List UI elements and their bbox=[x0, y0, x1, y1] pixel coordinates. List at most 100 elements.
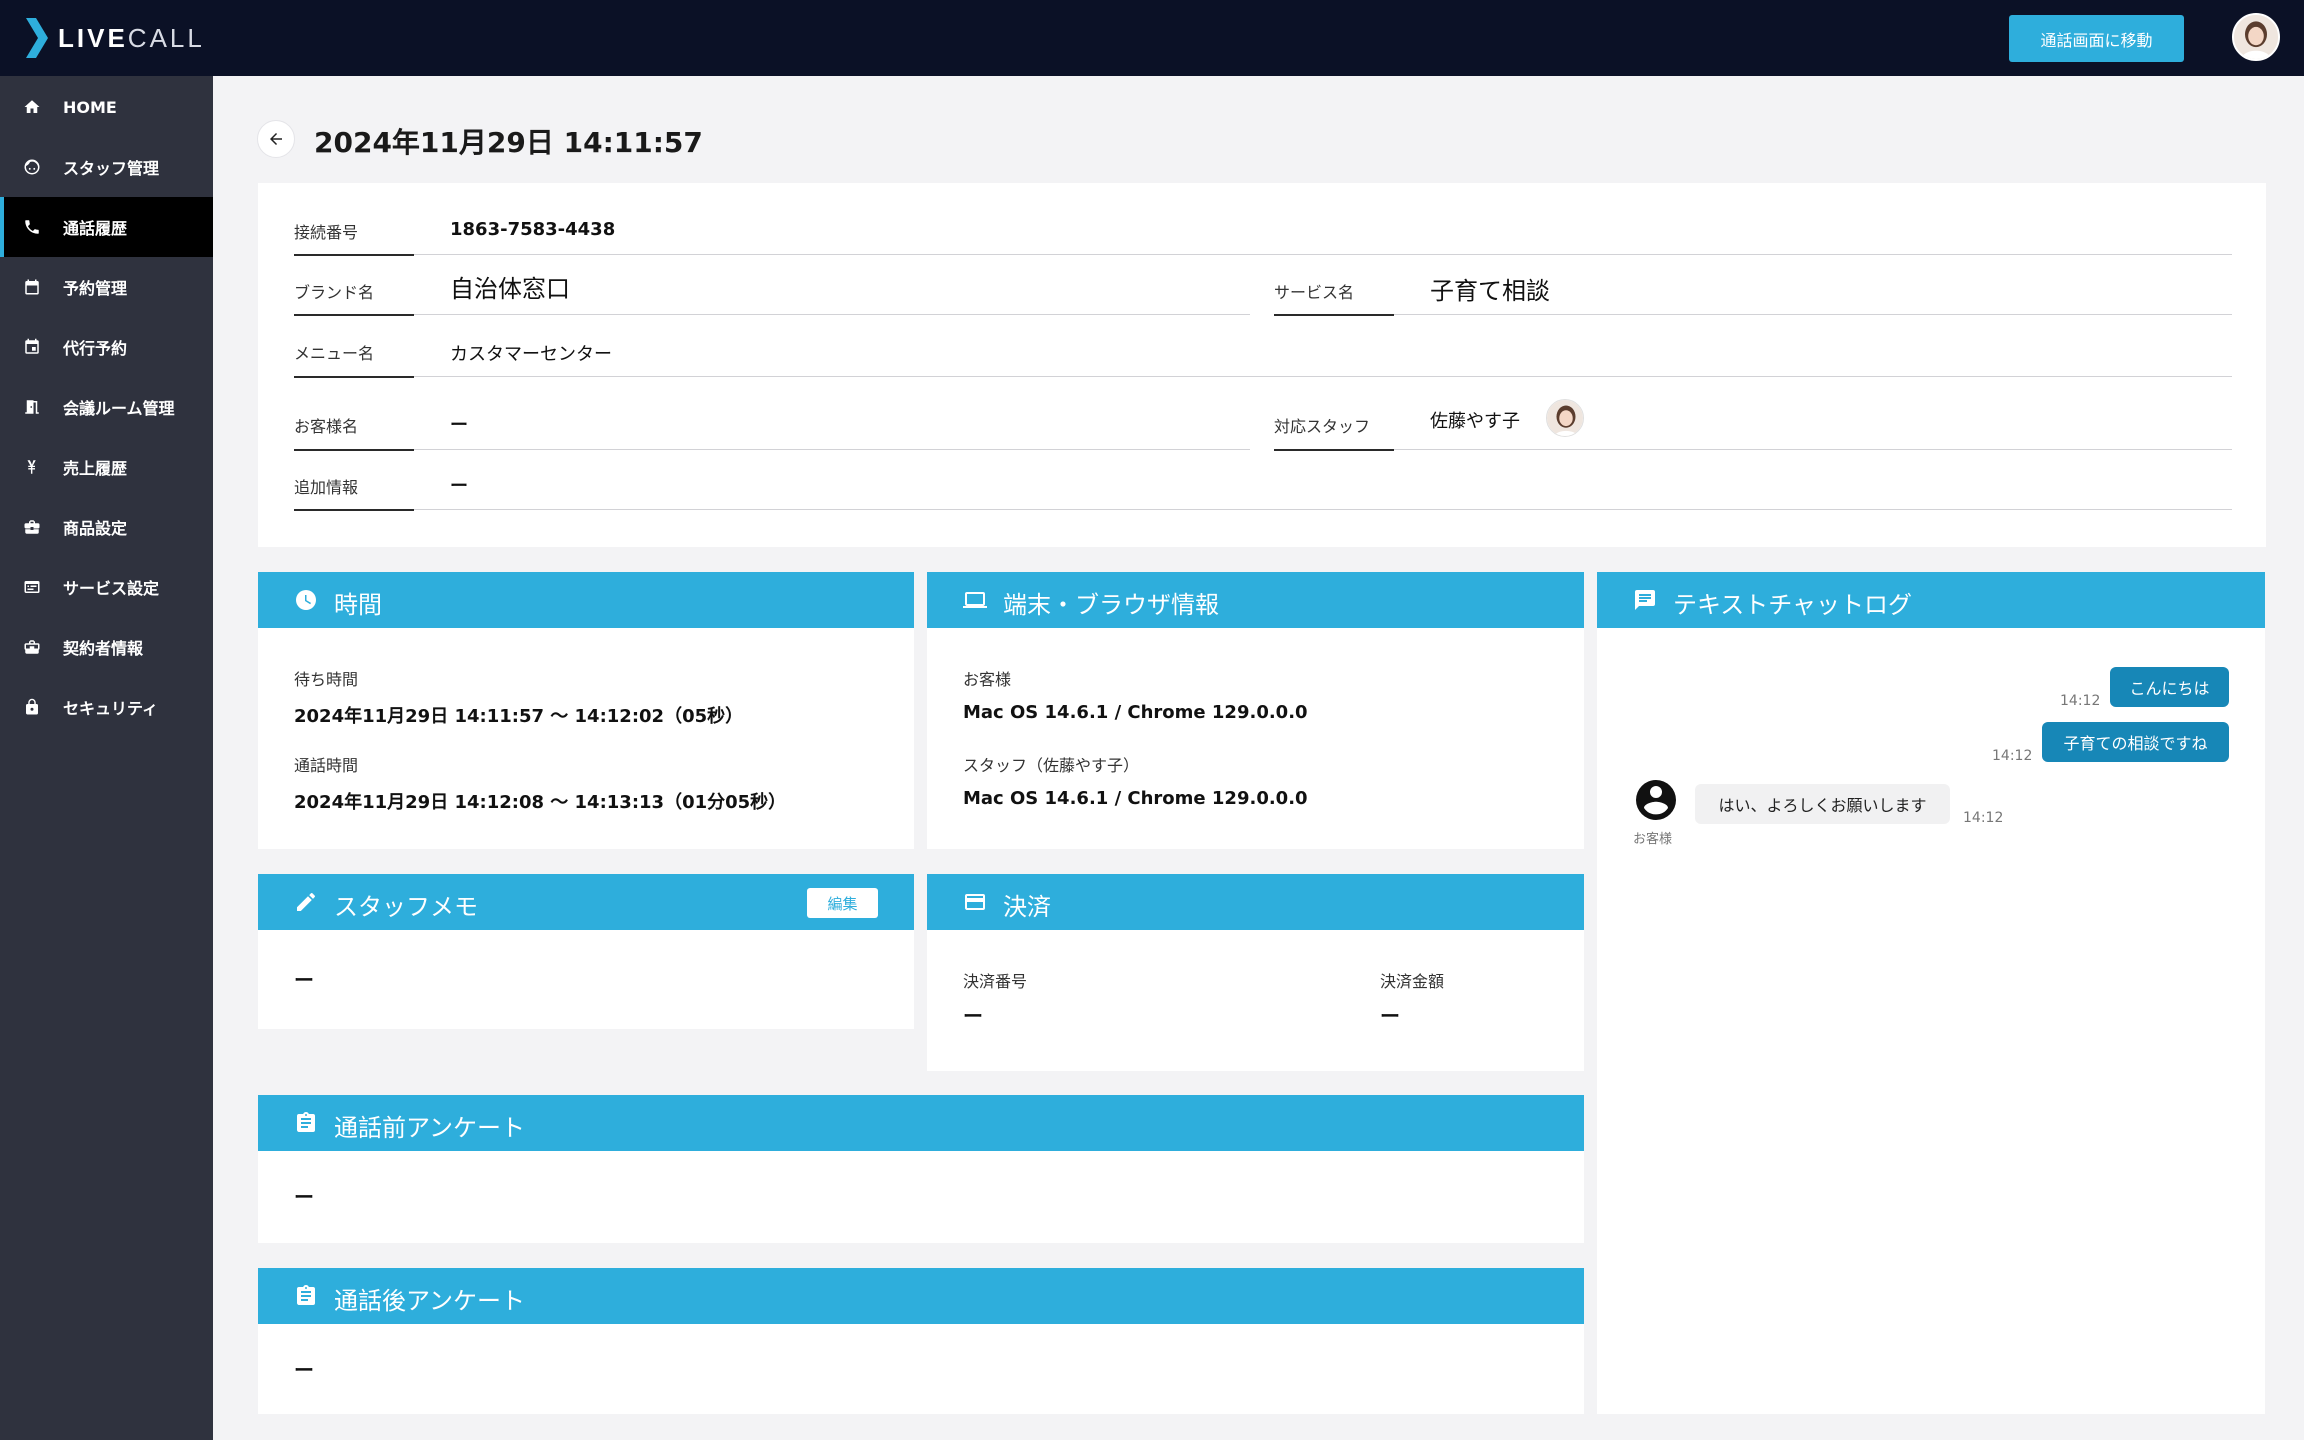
pre-call-survey-title: 通話前アンケート bbox=[334, 1114, 526, 1142]
label-underline bbox=[1274, 449, 1394, 451]
chat-message-time: 14:12 bbox=[2060, 693, 2101, 709]
memo-edit-button[interactable]: 編集 bbox=[807, 888, 878, 918]
payment-panel-title: 決済 bbox=[1003, 893, 1051, 921]
label-underline bbox=[1274, 314, 1394, 316]
call-time-value: 2024年11月29日 14:12:08 〜 14:13:13（01分05秒） bbox=[294, 792, 787, 813]
sidebar-item-home[interactable]: HOME bbox=[0, 77, 213, 137]
user-avatar[interactable] bbox=[2232, 13, 2280, 61]
assigned-staff-label: 対応スタッフ bbox=[1274, 417, 1371, 436]
menu-name-value: カスタマーセンター bbox=[450, 344, 612, 365]
arrow-left-icon bbox=[270, 133, 282, 145]
additional-info-value: ー bbox=[450, 476, 468, 497]
service-name-value: 子育て相談 bbox=[1430, 277, 1550, 305]
livecall-logo[interactable]: LIVECALL bbox=[26, 16, 205, 60]
device-customer-label: お客様 bbox=[963, 670, 1012, 689]
phone-icon bbox=[22, 217, 42, 237]
chat-message-outgoing: 子育ての相談ですね bbox=[2042, 722, 2229, 762]
label-underline bbox=[294, 376, 414, 378]
chat-message-time: 14:12 bbox=[1992, 748, 2033, 764]
row-divider bbox=[414, 376, 2232, 377]
staff-memo-value: ー bbox=[294, 968, 314, 992]
sidebar-item-product-settings[interactable]: 商品設定 bbox=[0, 497, 213, 557]
device-staff-value: Mac OS 14.6.1 / Chrome 129.0.0.0 bbox=[963, 788, 1308, 809]
yen-icon bbox=[22, 457, 42, 477]
chat-message-outgoing: こんにちは bbox=[2110, 667, 2229, 707]
back-button[interactable] bbox=[257, 120, 295, 158]
label-underline bbox=[294, 449, 414, 451]
payment-amount-label: 決済金額 bbox=[1380, 972, 1445, 991]
chat-sender-name: お客様 bbox=[1633, 832, 1673, 847]
sidebar-item-call-history[interactable]: 通話履歴 bbox=[0, 197, 213, 257]
time-panel: 時間 待ち時間 2024年11月29日 14:11:57 〜 14:12:02（… bbox=[258, 572, 914, 849]
device-staff-label: スタッフ（佐藤やす子） bbox=[963, 756, 1140, 775]
label-underline bbox=[294, 314, 414, 316]
clipboard-icon bbox=[294, 1111, 318, 1135]
payment-amount-value: ー bbox=[1380, 1004, 1400, 1028]
post-call-survey-title: 通話後アンケート bbox=[334, 1287, 526, 1315]
top-bar: LIVECALL 通話画面に移動 bbox=[0, 0, 2304, 76]
sidebar-item-sales-history[interactable]: 売上履歴 bbox=[0, 437, 213, 497]
logo-chevron-icon bbox=[26, 18, 48, 58]
call-time-label: 通話時間 bbox=[294, 756, 359, 775]
sidebar-item-contract-info[interactable]: 契約者情報 bbox=[0, 617, 213, 677]
post-call-survey-value: ー bbox=[294, 1358, 314, 1382]
sidebar-item-label: 代行予約 bbox=[63, 339, 128, 358]
customer-name-label: お客様名 bbox=[294, 417, 359, 436]
page-title: 2024年11月29日 14:11:57 bbox=[314, 126, 703, 159]
time-panel-header: 時間 bbox=[258, 572, 914, 628]
row-divider bbox=[414, 314, 1250, 315]
sidebar-item-label: 通話履歴 bbox=[63, 219, 128, 238]
sidebar-item-reservations[interactable]: 予約管理 bbox=[0, 257, 213, 317]
label-underline bbox=[294, 254, 414, 256]
sidebar-item-label: HOME bbox=[63, 97, 117, 117]
chat-icon bbox=[1633, 588, 1657, 612]
staff-memo-panel-header: スタッフメモ 編集 bbox=[258, 874, 914, 930]
additional-info-label: 追加情報 bbox=[294, 478, 359, 497]
sidebar-item-security[interactable]: セキュリティ bbox=[0, 677, 213, 737]
monitor-icon bbox=[963, 588, 987, 612]
call-info-card: 接続番号 1863-7583-4438 ブランド名 自治体窓口 サービス名 子育… bbox=[258, 183, 2266, 547]
sidebar-item-label: 売上履歴 bbox=[63, 459, 128, 478]
wait-time-value: 2024年11月29日 14:11:57 〜 14:12:02（05秒） bbox=[294, 706, 744, 727]
label-underline bbox=[294, 509, 414, 511]
connection-number-value: 1863-7583-4438 bbox=[450, 219, 616, 240]
device-customer-value: Mac OS 14.6.1 / Chrome 129.0.0.0 bbox=[963, 702, 1308, 723]
pre-call-survey-panel: 通話前アンケート ー bbox=[258, 1095, 1584, 1243]
staff-avatar-icon bbox=[1547, 400, 1583, 436]
meeting-room-icon bbox=[22, 397, 42, 417]
row-divider bbox=[414, 254, 2232, 255]
row-divider bbox=[1394, 449, 2232, 450]
pre-call-survey-value: ー bbox=[294, 1185, 314, 1209]
assigned-staff-value: 佐藤やす子 bbox=[1430, 411, 1520, 432]
staff-avatar bbox=[1546, 399, 1584, 437]
chat-log-panel-header: テキストチャットログ bbox=[1597, 572, 2265, 628]
post-call-survey-panel: 通話後アンケート ー bbox=[258, 1268, 1584, 1414]
logo-text: LIVECALL bbox=[58, 22, 205, 53]
sidebar-item-meeting-rooms[interactable]: 会議ルーム管理 bbox=[0, 377, 213, 437]
payment-panel: 決済 決済番号 ー 決済金額 ー bbox=[927, 874, 1584, 1071]
go-to-call-button[interactable]: 通話画面に移動 bbox=[2009, 15, 2184, 62]
briefcase-icon bbox=[22, 517, 42, 537]
post-call-survey-header: 通話後アンケート bbox=[258, 1268, 1584, 1324]
payment-number-value: ー bbox=[963, 1004, 983, 1028]
staff-face-icon bbox=[22, 157, 42, 177]
chat-message-time: 14:12 bbox=[1963, 810, 2004, 826]
sidebar-item-label: スタッフ管理 bbox=[63, 159, 160, 178]
sidebar-item-proxy-reservation[interactable]: 代行予約 bbox=[0, 317, 213, 377]
service-name-label: サービス名 bbox=[1274, 283, 1355, 302]
brand-name-value: 自治体窓口 bbox=[450, 275, 570, 303]
sidebar-item-service-settings[interactable]: サービス設定 bbox=[0, 557, 213, 617]
sidebar-item-label: 予約管理 bbox=[63, 279, 128, 298]
chat-log-panel: テキストチャットログ こんにちは 14:12 子育ての相談ですね 14:12 お… bbox=[1597, 572, 2265, 1414]
sidebar-item-label: サービス設定 bbox=[63, 579, 160, 598]
clipboard-icon bbox=[294, 1284, 318, 1308]
customer-avatar-icon bbox=[1636, 780, 1676, 820]
sidebar-item-staff[interactable]: スタッフ管理 bbox=[0, 137, 213, 197]
sidebar-item-label: セキュリティ bbox=[63, 699, 159, 718]
customer-name-value: ー bbox=[450, 415, 468, 436]
pre-call-survey-header: 通話前アンケート bbox=[258, 1095, 1584, 1151]
credit-card-icon bbox=[963, 890, 987, 914]
wait-time-label: 待ち時間 bbox=[294, 670, 359, 689]
chat-message-incoming: はい、よろしくお願いします bbox=[1695, 784, 1950, 824]
connection-number-label: 接続番号 bbox=[294, 223, 359, 242]
